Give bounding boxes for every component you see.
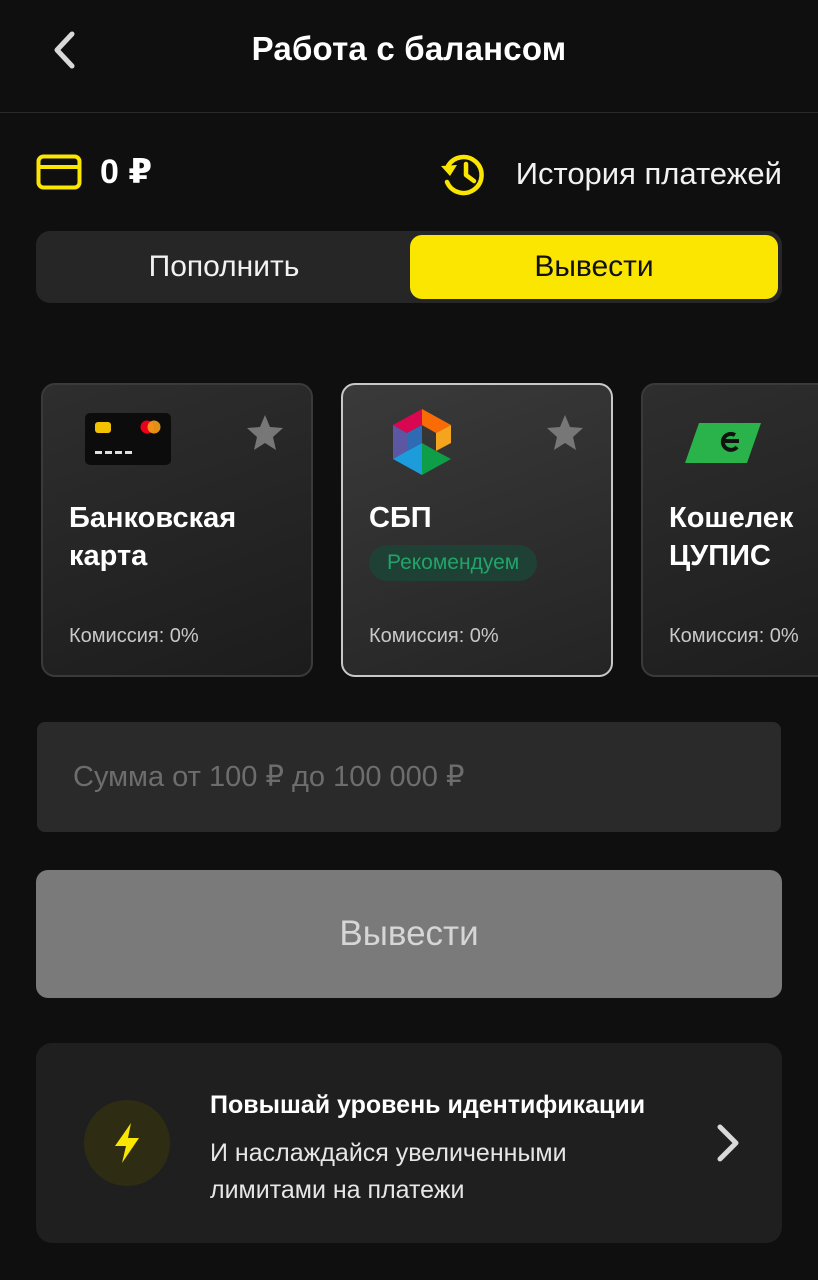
history-clock-icon bbox=[440, 154, 484, 196]
card-wallet-icon bbox=[36, 154, 82, 190]
amount-input[interactable] bbox=[37, 722, 781, 832]
method-name: СБП bbox=[369, 502, 432, 534]
lightning-icon bbox=[115, 1123, 139, 1163]
payment-methods-carousel[interactable]: Банковская карта Комиссия: 0% СБП Рекоме… bbox=[0, 383, 818, 679]
identification-promo[interactable]: Повышай уровень идентификации И наслажда… bbox=[36, 1043, 782, 1243]
sbp-logo-icon bbox=[393, 409, 451, 475]
method-card-cupis[interactable]: Кошелек ЦУПИС Комиссия: 0% bbox=[641, 383, 818, 677]
favorite-star-icon[interactable] bbox=[245, 413, 285, 453]
method-card-sbp[interactable]: СБП Рекомендуем Комиссия: 0% bbox=[341, 383, 613, 677]
bank-card-icon bbox=[85, 413, 171, 465]
method-fee: Комиссия: 0% bbox=[669, 625, 799, 647]
method-name-line: карта bbox=[69, 540, 148, 572]
page-title: Работа с балансом bbox=[251, 30, 567, 67]
balance-row: 0 ₽ История платежей bbox=[36, 148, 782, 200]
promo-icon-circle bbox=[84, 1100, 170, 1186]
tab-withdraw[interactable]: Вывести bbox=[410, 235, 778, 299]
method-card-bank[interactable]: Банковская карта Комиссия: 0% bbox=[41, 383, 313, 677]
method-fee: Комиссия: 0% bbox=[369, 625, 499, 647]
chevron-right-icon bbox=[717, 1124, 739, 1162]
balance-amount: 0 ₽ bbox=[100, 153, 153, 191]
withdraw-button[interactable]: Вывести bbox=[36, 870, 782, 998]
favorite-star-icon[interactable] bbox=[545, 413, 585, 453]
method-fee: Комиссия: 0% bbox=[69, 625, 199, 647]
deposit-withdraw-switch: Пополнить Вывести bbox=[36, 231, 782, 303]
method-name: Банковская карта bbox=[69, 499, 236, 575]
header-bar: Работа с балансом bbox=[0, 0, 818, 113]
promo-title: Повышай уровень идентификации bbox=[210, 1091, 646, 1119]
method-name-line: Кошелек bbox=[669, 502, 794, 534]
method-name-line: ЦУПИС bbox=[669, 540, 771, 572]
method-name: Кошелек ЦУПИС bbox=[669, 499, 793, 575]
cupis-logo-icon bbox=[685, 423, 761, 463]
history-label: История платежей bbox=[515, 156, 782, 191]
payment-history-link[interactable]: История платежей bbox=[438, 148, 782, 200]
promo-text: И наслаждайся увеличенными лимитами на п… bbox=[210, 1139, 567, 1204]
tab-deposit[interactable]: Пополнить bbox=[40, 235, 408, 299]
method-name-line: Банковская bbox=[69, 502, 237, 534]
recommended-badge: Рекомендуем bbox=[369, 545, 538, 581]
